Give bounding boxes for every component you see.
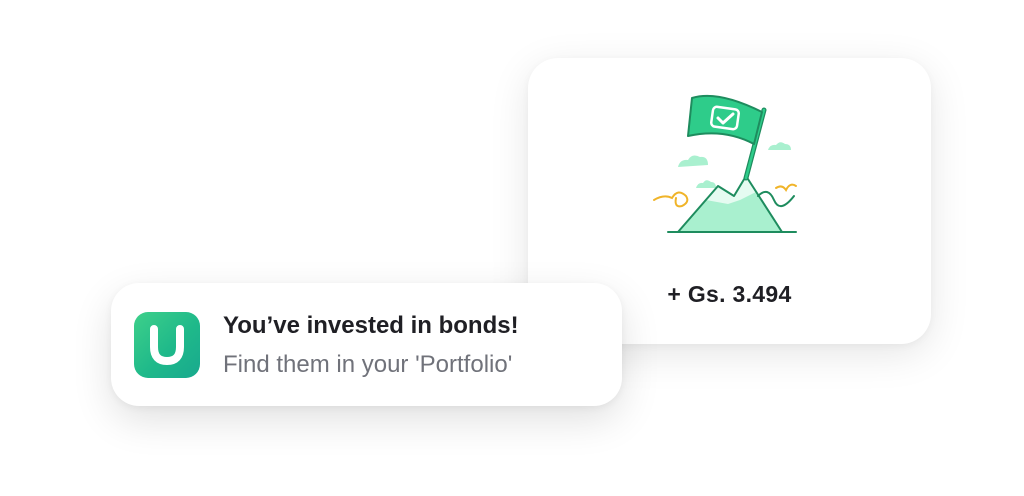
u-letter-icon — [150, 325, 184, 365]
screen: + Gs. 3.494 You’ve invested in bonds! Fi… — [0, 0, 1024, 496]
notification-toast[interactable]: You’ve invested in bonds! Find them in y… — [111, 283, 622, 406]
u-logo-icon — [134, 312, 200, 378]
notification-body: Find them in your 'Portfolio' — [223, 351, 513, 378]
notification-title: You’ve invested in bonds! — [223, 312, 519, 339]
flag-on-mountain-icon — [653, 94, 797, 233]
